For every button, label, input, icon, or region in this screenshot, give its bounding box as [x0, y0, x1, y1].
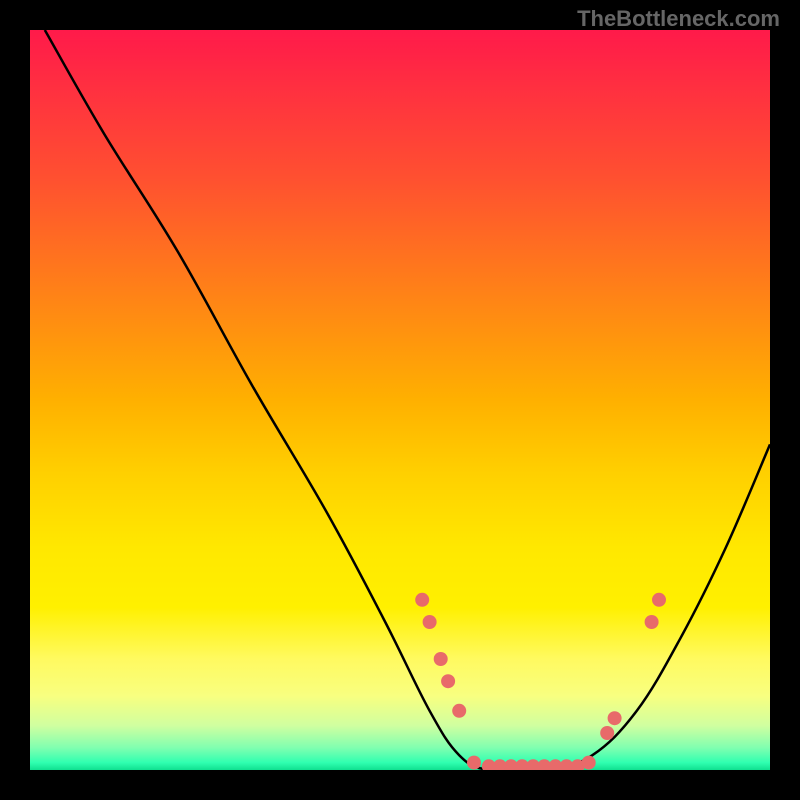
chart-svg	[30, 30, 770, 770]
bottleneck-curve	[45, 30, 770, 770]
data-points-group	[415, 593, 666, 770]
data-point	[600, 726, 614, 740]
data-point	[582, 756, 596, 770]
data-point	[645, 615, 659, 629]
data-point	[452, 704, 466, 718]
data-point	[434, 652, 448, 666]
watermark-text: TheBottleneck.com	[577, 6, 780, 32]
data-point	[608, 711, 622, 725]
data-point	[423, 615, 437, 629]
data-point	[415, 593, 429, 607]
data-point	[467, 756, 481, 770]
data-point	[652, 593, 666, 607]
data-point	[441, 674, 455, 688]
chart-plot-area	[30, 30, 770, 770]
